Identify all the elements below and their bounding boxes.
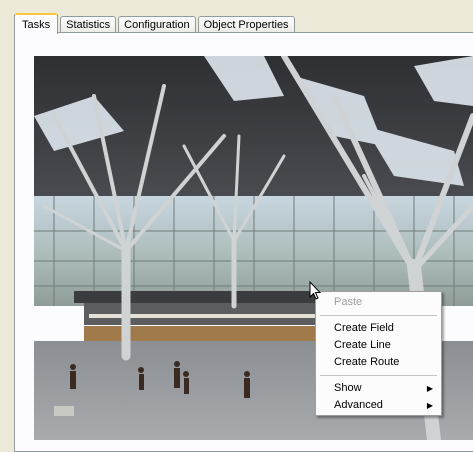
menu-item-create-route[interactable]: Create Route xyxy=(318,354,439,371)
menu-item-paste[interactable]: Paste xyxy=(318,294,439,311)
menu-item-show[interactable]: Show ▶ xyxy=(318,380,439,397)
tab-statistics[interactable]: Statistics xyxy=(60,16,117,33)
menu-item-show-label: Show xyxy=(334,382,362,394)
menu-item-advanced-label: Advanced xyxy=(334,399,383,411)
menu-item-advanced[interactable]: Advanced ▶ xyxy=(318,397,439,414)
context-menu: Paste Create Field Create Line Create Ro… xyxy=(315,291,442,416)
tab-object-properties[interactable]: Object Properties xyxy=(197,16,295,33)
submenu-arrow-icon: ▶ xyxy=(426,384,433,393)
mouse-pointer-icon xyxy=(309,281,321,300)
tab-bar: Tasks Statistics Configuration Object Pr… xyxy=(14,12,297,34)
submenu-arrow-icon: ▶ xyxy=(426,401,433,410)
menu-item-create-line[interactable]: Create Line xyxy=(318,337,439,354)
menu-separator xyxy=(320,315,437,316)
menu-item-create-field[interactable]: Create Field xyxy=(318,320,439,337)
menu-separator xyxy=(320,375,437,376)
tab-tasks[interactable]: Tasks xyxy=(14,13,59,34)
tab-configuration[interactable]: Configuration xyxy=(118,16,196,33)
